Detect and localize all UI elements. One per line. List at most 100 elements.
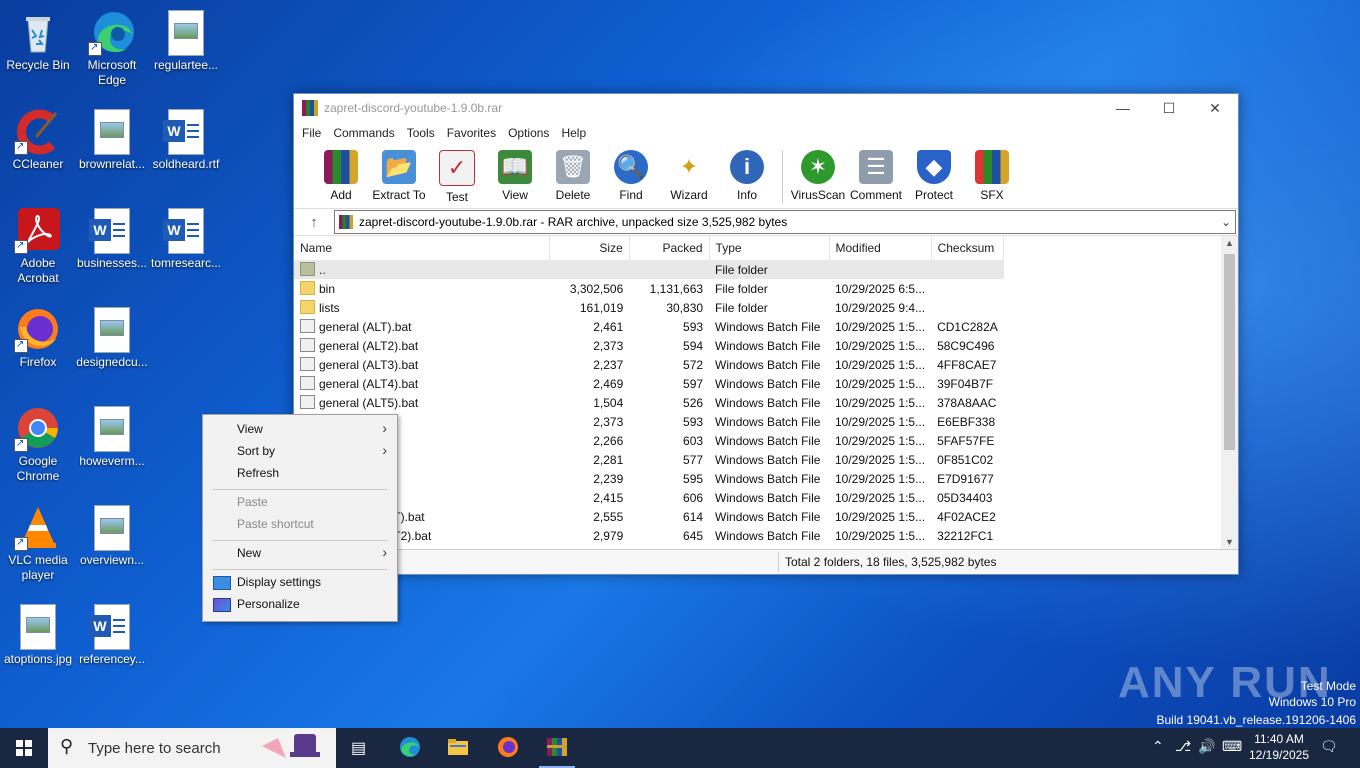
file-list-row[interactable]: bin 3,302,506 1,131,663 File folder 10/29/20… xyxy=(294,279,1220,298)
desktop-icon-tomresearc[interactable]: W tomresearc... xyxy=(148,206,224,271)
winrar-window[interactable]: zapret-discord-youtube-1.9.0b.rar — ☐ ✕ … xyxy=(293,93,1239,575)
desktop-icon-overviewn[interactable]: overviewn... xyxy=(74,503,150,568)
scroll-down-arrow-icon[interactable]: ▼ xyxy=(1221,537,1238,547)
extract-icon: 📂 xyxy=(382,150,416,184)
chevron-down-icon[interactable]: ⌄ xyxy=(1217,215,1235,229)
file-list-row[interactable]: general (ALT2).bat 2,373 594 Windows Batch … xyxy=(294,336,1220,355)
menu-item-paste: Paste xyxy=(237,495,268,509)
show-hidden-icons-chevron-icon[interactable]: ⌃ xyxy=(1152,738,1164,755)
menu-item-display-settings[interactable]: Display settings xyxy=(203,572,397,594)
file-list[interactable]: Name Size Packed Type Modified Checksum … xyxy=(294,236,1220,549)
file-list-row[interactable]: bat2,239595Windows Batch File10/29/2025 … xyxy=(294,469,1220,488)
file-size-cell: 3,302,506 xyxy=(569,281,624,296)
desktop-icon-recycle-bin[interactable]: Recycle Bin xyxy=(0,8,76,73)
desktop-icon-google-chrome[interactable]: Google Chrome xyxy=(0,404,76,484)
title-bar[interactable]: zapret-discord-youtube-1.9.0b.rar — ☐ ✕ xyxy=(294,94,1238,122)
menu-help[interactable]: Help xyxy=(555,126,592,140)
file-list-row[interactable]: bat2,281577Windows Batch File10/29/2025 … xyxy=(294,450,1220,469)
protect-button[interactable]: ◆ Protect xyxy=(905,144,963,202)
search-highlight-illustration-icon xyxy=(256,732,326,764)
volume-icon[interactable]: 🔊 xyxy=(1198,738,1215,755)
column-header-name[interactable]: Name xyxy=(294,236,550,260)
menu-tools[interactable]: Tools xyxy=(401,126,441,140)
menu-item-personalize[interactable]: Personalize xyxy=(203,594,397,616)
close-button[interactable]: ✕ xyxy=(1192,94,1238,122)
file-list-row[interactable]: bat2,373593Windows Batch File10/29/2025 … xyxy=(294,412,1220,431)
desktop-icon-soldheard[interactable]: W soldheard.rtf xyxy=(148,107,224,172)
scroll-up-arrow-icon[interactable]: ▲ xyxy=(1221,238,1238,248)
archive-path-combobox[interactable]: zapret-discord-youtube-1.9.0b.rar - RAR … xyxy=(334,210,1236,234)
file-checksum-cell xyxy=(931,260,1004,279)
desktop-icon-brownrelat[interactable]: brownrelat... xyxy=(74,107,150,172)
test-button[interactable]: ✓ Test xyxy=(428,144,486,204)
menu-favorites[interactable]: Favorites xyxy=(441,126,502,140)
file-list-row[interactable]: general (ALT5).bat 1,504 526 Windows Batch … xyxy=(294,393,1220,412)
taskbar-firefox-button[interactable] xyxy=(484,728,532,768)
info-button[interactable]: i Info xyxy=(718,144,776,202)
menu-options[interactable]: Options xyxy=(502,126,555,140)
desktop-icon-vlc[interactable]: VLC media player xyxy=(0,503,76,583)
input-indicator-icon[interactable]: ⌨ xyxy=(1222,738,1242,755)
desktop-icon-atoptions[interactable]: atoptions.jpg xyxy=(0,602,76,667)
file-list-row[interactable]: lists 161,019 30,830 File folder 10/29/2025 … xyxy=(294,298,1220,317)
wizard-icon: ✦ xyxy=(672,150,706,184)
vertical-scrollbar[interactable]: ▲ ▼ xyxy=(1221,236,1238,549)
maximize-button[interactable]: ☐ xyxy=(1146,94,1192,122)
desktop-icon-howeverm[interactable]: howeverm... xyxy=(74,404,150,469)
file-list-row[interactable]: .. File folder xyxy=(294,260,1220,279)
minimize-button[interactable]: — xyxy=(1100,94,1146,122)
start-button[interactable] xyxy=(0,728,48,768)
menu-item-new[interactable]: New › xyxy=(203,543,397,565)
comment-button[interactable]: ☰ Comment xyxy=(847,144,905,202)
column-header-packed[interactable]: Packed xyxy=(629,236,710,260)
desktop-icon-adobe-acrobat[interactable]: Adobe Acrobat xyxy=(0,206,76,286)
view-button[interactable]: 📖 View xyxy=(486,144,544,202)
menu-item-refresh[interactable]: Refresh xyxy=(203,463,397,485)
taskbar-search-box[interactable]: ⚲ Type here to search xyxy=(48,728,336,768)
column-header-type[interactable]: Type xyxy=(709,236,830,260)
delete-button[interactable]: 🗑 Delete xyxy=(544,144,602,202)
file-name-cell: general (ALT5).bat xyxy=(294,393,549,412)
desktop-icon-businesses[interactable]: W businesses... xyxy=(74,206,150,271)
find-button[interactable]: 🔍 Find xyxy=(602,144,660,202)
desktop-icon-regulartee[interactable]: regulartee... xyxy=(148,8,224,73)
desktop-icon-edge[interactable]: Microsoft Edge xyxy=(74,8,150,88)
desktop-icon-ccleaner[interactable]: CCleaner xyxy=(0,107,76,172)
taskbar-clock[interactable]: 11:40 AM 12/19/2025 xyxy=(1244,731,1314,763)
add-button[interactable]: Add xyxy=(312,144,370,202)
virusscan-button[interactable]: ✶ VirusScan xyxy=(789,144,847,202)
wizard-button[interactable]: ✦ Wizard xyxy=(660,144,718,202)
menu-commands[interactable]: Commands xyxy=(327,126,400,140)
network-icon[interactable]: ⎇ xyxy=(1175,738,1191,755)
task-view-button[interactable]: ▤ xyxy=(336,728,384,768)
file-list-row[interactable]: general (ALT4).bat 2,469 597 Windows Batch … xyxy=(294,374,1220,393)
extract-to-button[interactable]: 📂 Extract To xyxy=(370,144,428,202)
taskbar-file-explorer-button[interactable] xyxy=(434,728,482,768)
menu-file[interactable]: File xyxy=(296,126,327,140)
taskbar-winrar-button[interactable] xyxy=(533,728,581,768)
word-document-icon: W xyxy=(163,208,204,254)
menu-item-view[interactable]: View › xyxy=(203,419,397,441)
file-list-row[interactable]: .bat2,415606Windows Batch File10/29/2025… xyxy=(294,488,1220,507)
desktop-icon-referencey[interactable]: W referencey... xyxy=(74,602,150,667)
file-list-row[interactable]: general (ALT).bat 2,461 593 Windows Batch F… xyxy=(294,317,1220,336)
file-name-cell: .. xyxy=(294,260,550,279)
column-header-modified[interactable]: Modified xyxy=(829,236,932,260)
parent-folder-icon xyxy=(300,262,315,276)
menu-item-sort-by[interactable]: Sort by › xyxy=(203,441,397,463)
sfx-button[interactable]: SFX xyxy=(963,144,1021,202)
column-header-checksum[interactable]: Checksum xyxy=(931,236,1005,260)
desktop-icon-firefox[interactable]: Firefox xyxy=(0,305,76,370)
notifications-icon[interactable]: 🗨 xyxy=(1320,738,1338,755)
file-list-row[interactable]: TLS AUTO ALT).bat2,555614Windows Batch F… xyxy=(294,507,1220,526)
desktop-icon-designedcu[interactable]: designedcu... xyxy=(74,305,150,370)
file-type-cell: Windows Batch File xyxy=(715,319,821,334)
column-header-size[interactable]: Size xyxy=(549,236,630,260)
file-list-row[interactable]: bat2,266603Windows Batch File10/29/2025 … xyxy=(294,431,1220,450)
file-modified-cell: 10/29/2025 1:5... xyxy=(835,357,926,372)
taskbar-edge-button[interactable] xyxy=(386,728,434,768)
file-list-row[interactable]: TLS AUTO ALT2).bat2,979645Windows Batch … xyxy=(294,526,1220,545)
file-list-row[interactable]: general (ALT3).bat 2,237 572 Windows Batch … xyxy=(294,355,1220,374)
up-arrow-icon[interactable]: ↑ xyxy=(294,214,334,231)
scrollbar-thumb[interactable] xyxy=(1224,254,1235,450)
